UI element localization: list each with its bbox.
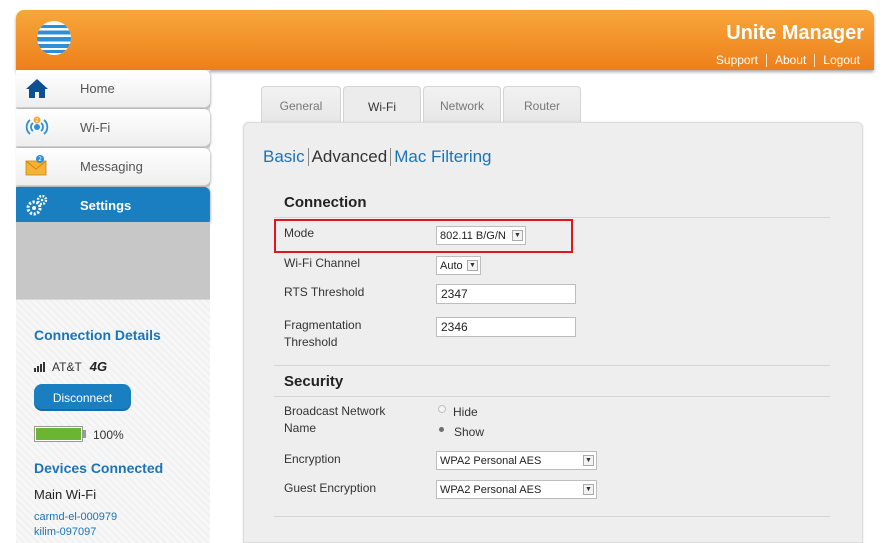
svg-text:2: 2	[35, 118, 38, 124]
radio-button-selected-icon	[439, 426, 444, 432]
subnav-divider	[390, 148, 392, 166]
wifi-channel-value: Auto	[440, 259, 463, 272]
sidebar-spacer	[16, 222, 210, 300]
logout-link[interactable]: Logout	[823, 53, 860, 67]
gears-icon	[26, 194, 48, 216]
rts-threshold-input[interactable]	[436, 284, 576, 304]
disconnect-button[interactable]: Disconnect	[34, 384, 131, 411]
signal-bars-icon	[34, 361, 45, 372]
mode-value: 802.11 B/G/N	[440, 229, 506, 242]
connection-panel: Connection Details AT&T 4G Disconnect 10…	[16, 299, 210, 543]
fragmentation-threshold-input[interactable]	[436, 317, 576, 337]
security-section-title: Security	[284, 373, 344, 390]
sidebar-item-label: Settings	[80, 198, 132, 213]
device-link[interactable]: kilim-097097	[34, 526, 96, 538]
radio-show[interactable]: Show	[438, 425, 484, 439]
encryption-label: Encryption	[284, 452, 341, 466]
wifi-channel-select[interactable]: Auto ▼	[436, 256, 481, 275]
sidebar: Home 2 Wi-Fi 2 Messaging Settings Connec…	[16, 70, 210, 543]
dropdown-arrow-icon: ▼	[467, 260, 478, 271]
sidebar-item-label: Messaging	[80, 159, 143, 174]
sidebar-item-settings[interactable]: Settings	[16, 187, 210, 225]
devices-connected-title: Devices Connected	[34, 460, 164, 476]
encryption-value: WPA2 Personal AES	[440, 454, 542, 467]
app-header: Unite Manager Support About Logout	[16, 10, 874, 70]
battery-percent: 100%	[93, 428, 124, 442]
subnav-mac-filtering[interactable]: Mac Filtering	[394, 147, 491, 167]
section-divider	[274, 396, 830, 397]
broadcast-network-name-label: Broadcast Network Name	[284, 404, 386, 435]
section-divider	[274, 217, 830, 218]
device-link[interactable]: carmd-el-000979	[34, 511, 117, 523]
sidebar-item-wifi[interactable]: 2 Wi-Fi	[16, 109, 210, 147]
sidebar-item-messaging[interactable]: 2 Messaging	[16, 148, 210, 186]
connection-details-title: Connection Details	[34, 327, 161, 343]
dropdown-arrow-icon: ▼	[583, 455, 594, 466]
about-link[interactable]: About	[775, 53, 806, 67]
radio-button-icon	[438, 405, 446, 413]
wifi-icon: 2	[25, 116, 49, 135]
dropdown-arrow-icon: ▼	[512, 230, 523, 241]
connection-section-title: Connection	[284, 194, 367, 211]
carrier-row: AT&T 4G	[34, 359, 107, 374]
top-links: Support About Logout	[716, 53, 860, 67]
section-divider	[274, 365, 830, 366]
tab-wifi[interactable]: Wi-Fi	[343, 86, 421, 126]
fragmentation-threshold-label: Fragmentation Threshold	[284, 318, 362, 349]
wifi-channel-label: Wi-Fi Channel	[284, 256, 361, 270]
sidebar-item-label: Wi-Fi	[80, 120, 111, 135]
4g-lte-icon: 4G	[89, 359, 108, 374]
radio-hide[interactable]: Hide	[438, 405, 478, 419]
subnav-advanced[interactable]: Advanced	[312, 147, 388, 167]
wifi-settings-panel: Basic Advanced Mac Filtering Connection …	[243, 122, 863, 543]
sidebar-item-label: Home	[80, 81, 115, 96]
envelope-icon: 2	[25, 155, 47, 176]
sidebar-item-home[interactable]: Home	[16, 70, 210, 108]
wifi-subnav: Basic Advanced Mac Filtering	[263, 147, 492, 167]
tab-general[interactable]: General	[261, 86, 341, 124]
mode-label: Mode	[284, 226, 315, 240]
subnav-basic[interactable]: Basic	[263, 147, 305, 167]
battery-icon	[34, 426, 83, 442]
radio-hide-label: Hide	[453, 405, 478, 419]
mode-select[interactable]: 802.11 B/G/N ▼	[436, 226, 526, 245]
guest-encryption-value: WPA2 Personal AES	[440, 483, 542, 496]
rts-threshold-label: RTS Threshold	[284, 285, 365, 299]
tab-router[interactable]: Router	[503, 86, 581, 124]
home-icon	[26, 79, 48, 98]
encryption-select[interactable]: WPA2 Personal AES ▼	[436, 451, 597, 470]
radio-show-label: Show	[454, 425, 485, 439]
section-divider	[274, 516, 830, 517]
tab-network[interactable]: Network	[423, 86, 501, 124]
battery-cap	[83, 430, 86, 438]
app-title: Unite Manager	[726, 22, 864, 44]
svg-text:2: 2	[38, 156, 42, 163]
main-wifi-label: Main Wi-Fi	[34, 487, 97, 502]
subnav-divider	[307, 148, 309, 166]
carrier-name: AT&T	[52, 359, 82, 374]
battery-fill	[36, 428, 81, 440]
link-divider	[814, 53, 816, 67]
dropdown-arrow-icon: ▼	[583, 484, 594, 495]
att-globe-icon[interactable]	[34, 18, 74, 58]
link-divider	[765, 53, 767, 67]
support-link[interactable]: Support	[716, 53, 758, 67]
guest-encryption-select[interactable]: WPA2 Personal AES ▼	[436, 480, 597, 499]
guest-encryption-label: Guest Encryption	[284, 481, 377, 495]
